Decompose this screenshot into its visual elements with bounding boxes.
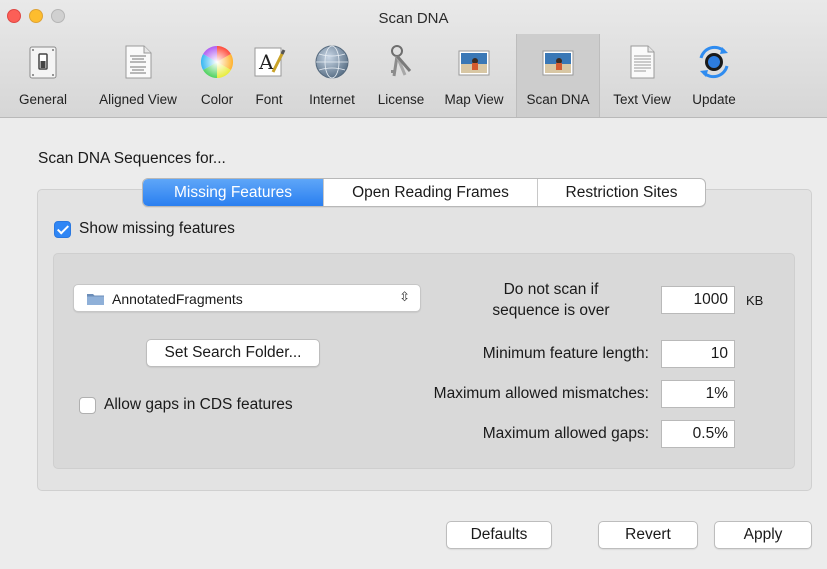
show-missing-features-checkbox[interactable] xyxy=(54,220,71,238)
window-titlebar: Scan DNA General Aligned View Color A Fo… xyxy=(0,0,827,118)
globe-icon xyxy=(315,45,349,79)
map-view-icon xyxy=(458,50,490,76)
scan-limit-field[interactable]: 1000 xyxy=(661,286,735,314)
set-search-folder-button[interactable]: Set Search Folder... xyxy=(146,339,320,367)
max-gaps-field[interactable]: 0.5% xyxy=(661,420,735,448)
toolbar-item-internet[interactable]: Internet xyxy=(294,36,370,116)
min-feature-length-label: Minimum feature length: xyxy=(482,345,649,362)
svg-text:A: A xyxy=(258,50,274,74)
allow-gaps-checkbox[interactable] xyxy=(79,396,96,414)
allow-gaps-label: Allow gaps in CDS features xyxy=(104,396,293,413)
scan-limit-unit: KB xyxy=(746,293,764,308)
toolbar-item-color[interactable]: Color xyxy=(190,36,244,116)
section-title: Scan DNA Sequences for... xyxy=(38,150,226,167)
font-icon: A xyxy=(254,47,286,77)
chevron-up-down-icon: ⇳ xyxy=(399,289,410,304)
window-title: Scan DNA xyxy=(378,10,449,27)
tab-open-reading-frames[interactable]: Open Reading Frames xyxy=(323,179,537,206)
min-feature-length-field[interactable]: 10 xyxy=(661,340,735,368)
folder-popup-value: AnnotatedFragments xyxy=(112,291,243,307)
max-mismatches-field[interactable]: 1% xyxy=(661,380,735,408)
defaults-button[interactable]: Defaults xyxy=(446,521,552,549)
scan-dna-icon xyxy=(542,50,574,76)
toolbar-item-map-view[interactable]: Map View xyxy=(432,36,516,116)
toolbar-item-text-view[interactable]: Text View xyxy=(600,36,684,116)
toolbar-item-font[interactable]: A Font xyxy=(244,36,294,116)
text-document-icon xyxy=(630,45,655,79)
allow-gaps-row[interactable]: Allow gaps in CDS features xyxy=(79,396,293,414)
color-wheel-icon xyxy=(200,45,234,79)
max-gaps-label: Maximum allowed gaps: xyxy=(482,425,649,442)
folder-icon xyxy=(87,294,104,305)
update-icon xyxy=(699,45,729,79)
folder-popup[interactable]: AnnotatedFragments ⇳ xyxy=(73,284,421,312)
toolbar-item-license[interactable]: License xyxy=(370,36,432,116)
scan-limit-label: Do not scan if sequence is over xyxy=(492,281,610,319)
keys-icon xyxy=(391,45,412,77)
toolbar-item-general[interactable]: General xyxy=(0,36,86,116)
max-mismatches-label: Maximum allowed mismatches: xyxy=(433,385,649,402)
switch-icon xyxy=(29,46,57,79)
aligned-document-icon xyxy=(125,45,152,79)
scan-type-tabs: Missing Features Open Reading Frames Res… xyxy=(142,178,706,207)
toolbar-item-aligned-view[interactable]: Aligned View xyxy=(86,36,190,116)
tab-restriction-sites[interactable]: Restriction Sites xyxy=(537,179,705,206)
tab-missing-features[interactable]: Missing Features xyxy=(143,179,323,206)
apply-button[interactable]: Apply xyxy=(714,521,812,549)
revert-button[interactable]: Revert xyxy=(598,521,698,549)
toolbar-item-update[interactable]: Update xyxy=(684,36,744,116)
toolbar-item-scan-dna[interactable]: Scan DNA xyxy=(516,34,600,117)
show-missing-features-label: Show missing features xyxy=(79,220,235,237)
show-missing-features-row[interactable]: Show missing features xyxy=(54,220,235,238)
